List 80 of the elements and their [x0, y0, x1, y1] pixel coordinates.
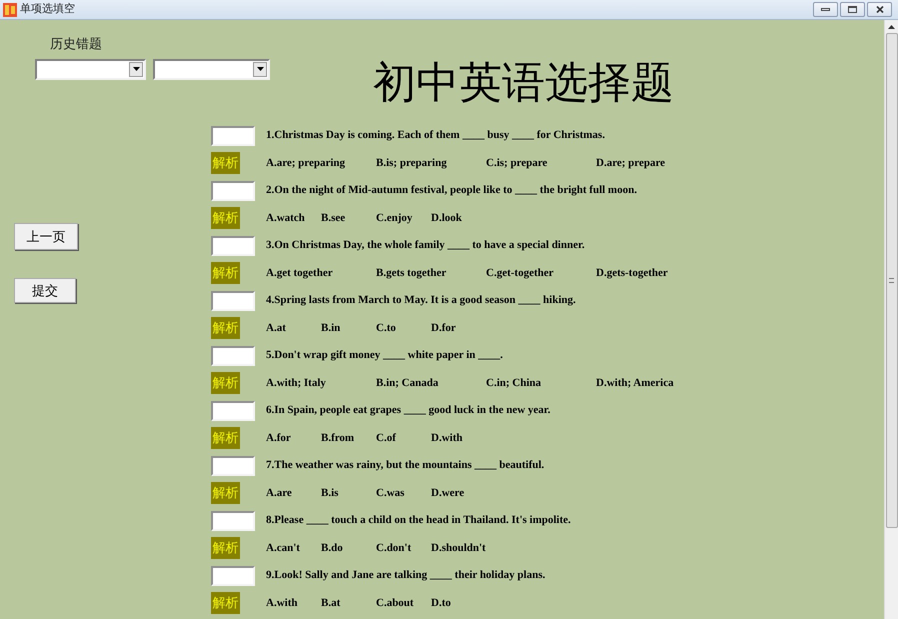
option-text: D.look	[431, 210, 462, 226]
analysis-button[interactable]: 解析	[211, 152, 240, 174]
close-icon[interactable]	[876, 6, 884, 13]
option-text: D.with	[431, 430, 462, 446]
submit-button[interactable]: 提交	[14, 278, 76, 303]
previous-page-button[interactable]: 上一页	[14, 223, 78, 250]
option-text: B.gets together	[376, 266, 448, 281]
option-text: D.shouldn't	[431, 540, 486, 556]
question-text: 5.Don't wrap gift money ____ white paper in ____.	[266, 348, 503, 364]
maximize-icon[interactable]	[848, 6, 857, 13]
option-text: A.watch	[266, 210, 306, 226]
option-text: A.with	[266, 596, 298, 611]
close-button[interactable]	[867, 2, 892, 17]
analysis-button[interactable]: 解析	[211, 592, 240, 614]
answer-field[interactable]	[211, 290, 255, 310]
answer-field[interactable]	[211, 566, 255, 586]
option-text: B.from	[321, 430, 356, 446]
history-dropdown[interactable]	[153, 58, 270, 80]
option-text: B.in; Canada	[376, 376, 440, 391]
window-title: 单项选填空	[20, 2, 75, 18]
option-text: A.get together	[266, 266, 334, 281]
option-text: C.about	[376, 596, 415, 611]
answer-field[interactable]	[211, 510, 255, 530]
question-text: 6.In Spain, people eat grapes ____ good luck in the new year.	[266, 403, 550, 418]
option-text: D.with; America	[596, 376, 674, 391]
option-text: A.with; Italy	[266, 376, 327, 391]
option-text: B.see	[321, 210, 346, 226]
analysis-button[interactable]: 解析	[211, 427, 240, 449]
question-text: 8.Please ____ touch a child on the head in Thailand. It's impolite.	[266, 513, 571, 528]
app-icon	[3, 2, 17, 16]
scroll-up-icon[interactable]	[888, 25, 895, 29]
option-text: A.are	[266, 486, 293, 501]
question-text: 3.On Christmas Day, the whole family ____ to have a special dinner.	[266, 238, 585, 254]
option-text: B.is	[321, 486, 340, 501]
option-text: B.do	[321, 540, 344, 556]
answer-field[interactable]	[211, 456, 255, 476]
answer-field[interactable]	[211, 236, 255, 256]
analysis-button[interactable]: 解析	[211, 262, 240, 284]
maximize-button[interactable]	[840, 2, 865, 17]
option-text: D.are; prepare	[596, 156, 666, 171]
page-title: 初中英语选择题	[373, 62, 674, 108]
question-text: 2.On the night of Mid-autumn festival, people like to ____ the bright full moon.	[266, 183, 637, 198]
question-text: 1.Christmas Day is coming. Each of them ____ busy ____ for Christmas.	[266, 128, 605, 144]
question-text: 4.Spring lasts from March to May. It is a good season ____ hiking.	[266, 293, 576, 308]
analysis-button[interactable]: 解析	[211, 317, 240, 339]
option-text: D.gets-together	[596, 266, 668, 281]
option-text: A.are; preparing	[266, 156, 346, 171]
option-text: C.was	[376, 486, 406, 501]
question-text: 9.Look! Sally and Jane are talking ____ their holiday plans.	[266, 568, 546, 584]
analysis-button[interactable]: 解析	[211, 482, 240, 504]
scroll-thumb[interactable]	[886, 33, 898, 528]
analysis-button[interactable]: 解析	[211, 372, 240, 394]
option-text: A.can't	[266, 540, 301, 556]
scrollbar[interactable]	[884, 20, 898, 619]
history-label: 历史错题	[50, 35, 103, 53]
minimize-button[interactable]	[813, 2, 838, 17]
option-text: B.in	[321, 320, 342, 336]
answer-field[interactable]	[211, 346, 255, 366]
option-text: C.enjoy	[376, 210, 414, 226]
analysis-button[interactable]: 解析	[211, 537, 240, 559]
minimize-icon[interactable]	[821, 8, 830, 11]
option-text: C.don't	[376, 540, 412, 556]
option-text: A.for	[266, 430, 292, 446]
answer-field[interactable]	[211, 180, 255, 200]
option-text: C.is; prepare	[486, 156, 548, 171]
option-text: C.get-together	[486, 266, 554, 281]
question-text: 7.The weather was rainy, but the mountains ____ beautiful.	[266, 458, 544, 474]
option-text: C.to	[376, 320, 397, 336]
option-text: D.were	[431, 486, 464, 501]
history-dropdown[interactable]	[35, 58, 146, 80]
analysis-button[interactable]: 解析	[211, 207, 240, 229]
option-text: D.for	[431, 320, 456, 336]
answer-field[interactable]	[211, 126, 255, 146]
option-text: B.at	[321, 596, 342, 611]
answer-field[interactable]	[211, 400, 255, 420]
option-text: D.to	[431, 596, 451, 611]
option-text: A.at	[266, 320, 287, 336]
option-text: C.of	[376, 430, 397, 446]
option-text: B.is; preparing	[376, 156, 448, 171]
option-text: C.in; China	[486, 376, 542, 391]
